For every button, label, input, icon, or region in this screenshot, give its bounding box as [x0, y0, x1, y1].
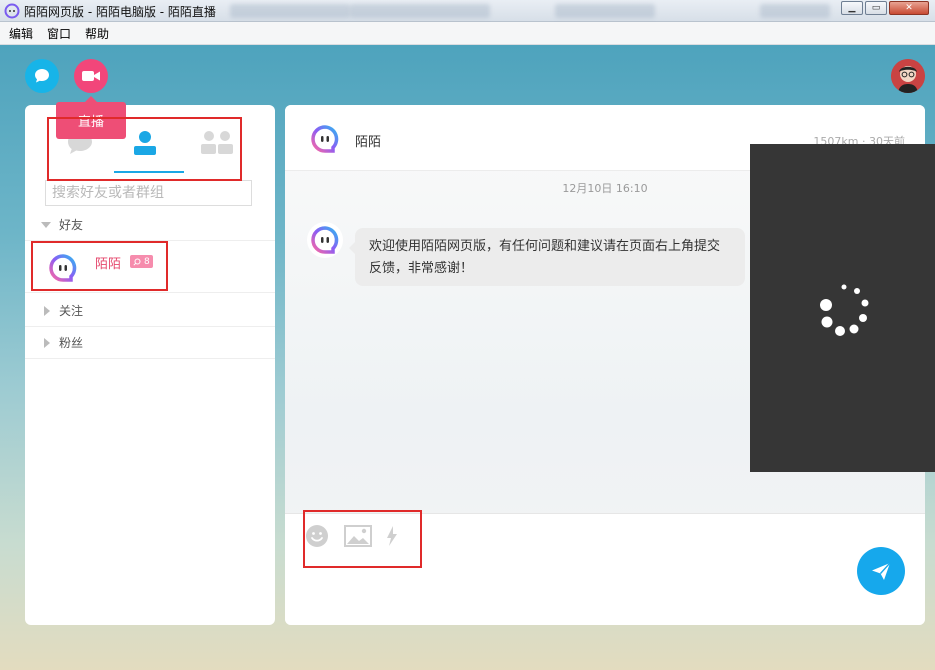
search-input[interactable]	[45, 180, 252, 206]
loading-spinner-icon	[820, 284, 869, 336]
chevron-down-icon	[41, 221, 51, 228]
close-button[interactable]: ✕	[889, 1, 929, 15]
background-blur	[230, 4, 350, 18]
annotation-tabs-box	[47, 117, 242, 181]
background-blur	[350, 4, 490, 18]
group-following[interactable]: 关注	[25, 295, 275, 327]
video-camera-icon	[82, 71, 100, 81]
chevron-right-icon	[44, 337, 50, 348]
window-controls: ▁ ▭ ✕	[839, 1, 929, 15]
momo-logo-icon	[311, 125, 339, 153]
chat-avatar[interactable]	[307, 121, 343, 157]
group-friends-label: 好友	[59, 218, 84, 232]
title-bar: 陌陌网页版 - 陌陌电脑版 - 陌陌直播 ▁ ▭ ✕	[0, 0, 935, 22]
group-fans[interactable]: 粉丝	[25, 327, 275, 359]
group-following-label: 关注	[59, 304, 84, 318]
chevron-right-icon	[44, 305, 50, 316]
background-blur	[555, 4, 655, 18]
message-avatar[interactable]	[307, 222, 343, 258]
minimize-button[interactable]: ▁	[841, 1, 863, 15]
message-bubble: 欢迎使用陌陌网页版，有任何问题和建议请在页面右上角提交反馈，非常感谢！	[349, 228, 745, 286]
restore-button[interactable]: ▭	[865, 1, 887, 15]
annotation-friend-box	[31, 241, 168, 291]
send-icon	[872, 562, 891, 580]
user-avatar[interactable]	[891, 59, 925, 93]
chat-bubble-icon	[35, 69, 49, 83]
menu-edit[interactable]: 编辑	[0, 25, 38, 42]
menu-bar: 编辑 窗口 帮助	[0, 22, 935, 45]
group-fans-label: 粉丝	[59, 336, 84, 350]
background-blur	[760, 4, 830, 18]
menu-window[interactable]: 窗口	[38, 25, 76, 42]
momo-logo-icon	[4, 3, 20, 19]
chat-title: 陌陌	[355, 135, 382, 150]
group-friends[interactable]: 好友	[25, 209, 275, 241]
annotation-tools-box	[303, 510, 422, 568]
chat-mode-button[interactable]	[25, 59, 59, 93]
menu-help[interactable]: 帮助	[76, 25, 114, 42]
momo-logo-icon	[311, 226, 339, 254]
contacts-panel: 好友 陌陌 8 关注 粉丝	[25, 105, 275, 625]
send-button[interactable]	[857, 547, 905, 595]
window-title: 陌陌网页版 - 陌陌电脑版 - 陌陌直播	[24, 5, 216, 19]
user-avatar-icon	[891, 59, 925, 93]
loading-overlay	[750, 144, 935, 472]
live-video-button[interactable]	[74, 59, 108, 93]
